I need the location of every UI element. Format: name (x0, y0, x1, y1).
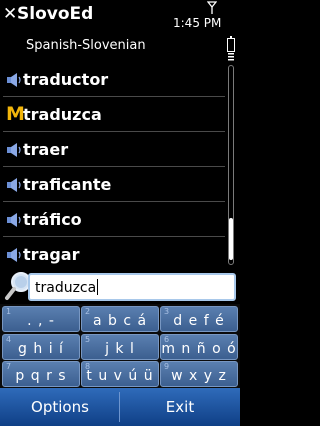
search-value: traduzca (35, 280, 97, 296)
key-letters: . , - (27, 313, 55, 329)
key-letters: m n ñ o ó (161, 341, 237, 357)
dictionary-subtitle: Spanish-Slovenian (26, 38, 146, 53)
options-softkey[interactable]: Options (0, 388, 120, 426)
exit-softkey[interactable]: Exit (120, 388, 240, 426)
antenna-icon (207, 1, 217, 14)
word-label: traductor (23, 70, 109, 89)
softkey-bar: Options Exit (0, 388, 240, 426)
clock: 1:45 PM (173, 16, 222, 30)
text-cursor (97, 279, 99, 295)
list-item[interactable]: traficante (0, 167, 225, 202)
key-letters: w x y z (171, 368, 227, 384)
key-1[interactable]: 1 . , - (2, 306, 80, 332)
key-4[interactable]: 4 g h i í (2, 334, 80, 360)
word-label: traficante (23, 175, 112, 194)
key-2[interactable]: 2 a b c á (81, 306, 159, 332)
list-item[interactable]: tragar (0, 237, 225, 272)
key-letters: a b c á (92, 313, 148, 329)
key-letters: t u v ú ü (86, 368, 154, 384)
close-icon[interactable]: ✕ (3, 5, 17, 23)
speaker-icon[interactable] (6, 143, 24, 157)
list-item[interactable]: M traduzca (0, 97, 225, 132)
status-bar: ✕ SlovoEd Spanish-Slovenian 1:45 PM (0, 0, 240, 61)
search-input[interactable]: traduzca (28, 273, 236, 301)
key-9[interactable]: 9 w x y z (160, 361, 238, 387)
word-label: traduzca (23, 105, 102, 124)
scrollbar[interactable] (228, 65, 234, 265)
speaker-icon[interactable] (6, 178, 24, 192)
keypad: 1 . , - 2 a b c á 3 d e f é 4 g h i í 5 … (0, 304, 240, 388)
list-item[interactable]: traer (0, 132, 225, 167)
key-letters: j k l (105, 341, 135, 357)
speaker-icon[interactable] (6, 213, 24, 227)
list-item[interactable]: traductor (0, 62, 225, 97)
key-3[interactable]: 3 d e f é (160, 306, 238, 332)
signal-strength-icon (228, 53, 234, 61)
key-letters: d e f é (173, 313, 225, 329)
scrollbar-thumb[interactable] (229, 218, 233, 260)
app-title: SlovoEd (17, 4, 94, 24)
list-item[interactable]: tráfico (0, 202, 225, 237)
key-5[interactable]: 5 j k l (81, 334, 159, 360)
word-label: tráfico (23, 210, 82, 229)
key-8[interactable]: 8 t u v ú ü (81, 361, 159, 387)
key-letters: p q r s (15, 368, 67, 384)
key-letters: g h i í (18, 341, 64, 357)
word-label: traer (23, 140, 69, 159)
key-7[interactable]: 7 p q r s (2, 361, 80, 387)
speaker-icon[interactable] (6, 73, 24, 87)
speaker-icon[interactable] (6, 248, 24, 262)
key-6[interactable]: 6 m n ñ o ó (160, 334, 238, 360)
word-list: traductor M traduzca traer traficante tr… (0, 62, 225, 272)
word-label: tragar (23, 245, 80, 264)
